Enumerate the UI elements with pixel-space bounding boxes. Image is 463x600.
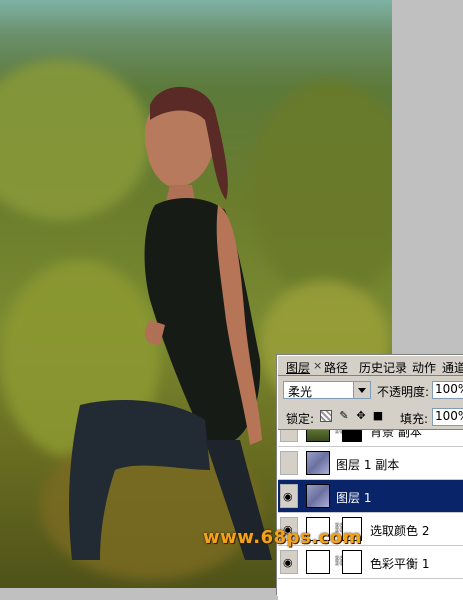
blend-mode-value: 柔光: [288, 385, 313, 399]
layer-mask[interactable]: [342, 550, 362, 574]
tab-history[interactable]: 历史记录: [359, 359, 407, 376]
fill-label: 填充:: [400, 412, 429, 426]
layer-thumbnail: [306, 451, 330, 475]
layers-panel: 图层 × 路径 历史记录 动作 通道 柔光 不透明度: 100% 锁定: ✎ ✥…: [277, 355, 463, 600]
tab-channels[interactable]: 通道: [442, 359, 463, 376]
blend-row: 柔光 不透明度: 100%: [278, 378, 463, 402]
layer-row[interactable]: ⛓ 背景 副本: [278, 429, 463, 447]
layer-thumbnail: [306, 430, 330, 442]
visibility-toggle[interactable]: [280, 430, 298, 442]
layer-name: 图层 1: [336, 491, 372, 505]
layer-name: 选取颜色 2: [370, 524, 430, 538]
lock-icon[interactable]: ■: [372, 410, 384, 422]
tab-layers[interactable]: 图层: [286, 359, 310, 376]
eye-icon: ◉: [283, 556, 293, 569]
tab-actions[interactable]: 动作: [412, 359, 436, 376]
move-icon[interactable]: ✥: [355, 410, 367, 422]
layer-name: 背景 副本: [370, 429, 422, 439]
visibility-toggle[interactable]: [280, 451, 298, 475]
watermark: www.68ps.com: [203, 527, 362, 548]
lock-transparency-icon[interactable]: [320, 410, 332, 422]
layer-row[interactable]: ◉ 图层 1: [278, 480, 463, 513]
layer-row[interactable]: ◉ ⛓ 色彩平衡 1: [278, 546, 463, 579]
lock-label: 锁定:: [286, 412, 315, 426]
adjustment-thumbnail: [306, 550, 330, 574]
layer-mask[interactable]: [342, 430, 362, 442]
panel-tabs: 图层 × 路径 历史记录 动作 通道: [278, 356, 463, 376]
brush-icon[interactable]: ✎: [338, 410, 350, 422]
eye-icon: ◉: [283, 490, 293, 503]
opacity-input[interactable]: 100%: [432, 381, 463, 399]
layer-list: ⛓ 背景 副本 图层 1 副本 ◉ 图层 1 ◉ ⛓ 选取颜色 2 ◉ ⛓ 色彩…: [278, 429, 463, 600]
tab-paths[interactable]: 路径: [324, 359, 348, 376]
visibility-toggle[interactable]: ◉: [280, 550, 298, 574]
layer-name: 色彩平衡 1: [370, 557, 430, 571]
chevron-down-icon[interactable]: [353, 382, 370, 398]
fill-input[interactable]: 100%: [432, 408, 463, 426]
lock-row: 锁定: ✎ ✥ ■ 填充: 100%: [278, 405, 463, 429]
visibility-toggle[interactable]: ◉: [280, 484, 298, 508]
opacity-label: 不透明度:: [377, 385, 430, 399]
blend-mode-select[interactable]: 柔光: [283, 381, 371, 399]
layer-thumbnail: [306, 484, 330, 508]
close-icon[interactable]: ×: [313, 359, 322, 372]
layer-name: 图层 1 副本: [336, 458, 400, 472]
layer-row[interactable]: 图层 1 副本: [278, 447, 463, 480]
